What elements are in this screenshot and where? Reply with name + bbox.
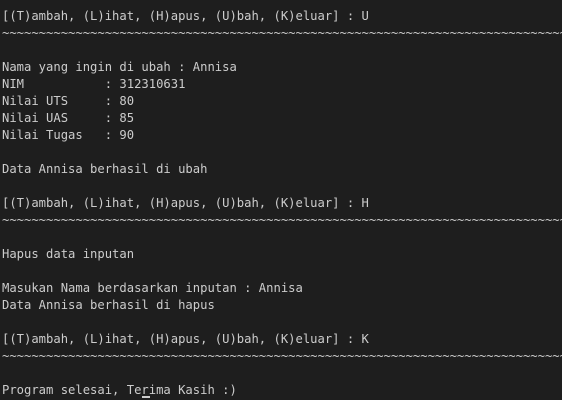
uas-line: Nilai UAS : 85 <box>2 111 135 125</box>
divider-line: ~~~~~~~~~~~~~~~~~~~~~~~~~~~~~~~~~~~~~~~~… <box>2 213 562 227</box>
divider-line: ~~~~~~~~~~~~~~~~~~~~~~~~~~~~~~~~~~~~~~~~… <box>2 349 562 363</box>
delete-heading-line: Hapus data inputan <box>2 247 135 261</box>
menu-prompt-line: [(T)ambah, (L)ihat, (H)apus, (U)bah, (K)… <box>2 9 369 23</box>
exit-message-line: Program selesai, Terima Kasih :) <box>2 383 237 397</box>
text-cursor <box>142 396 150 398</box>
edit-success-line: Data Annisa berhasil di ubah <box>2 162 208 176</box>
uts-line: Nilai UTS : 80 <box>2 94 135 108</box>
tugas-line: Nilai Tugas : 90 <box>2 128 135 142</box>
divider-line: ~~~~~~~~~~~~~~~~~~~~~~~~~~~~~~~~~~~~~~~~… <box>2 26 562 40</box>
menu-prompt-line: [(T)ambah, (L)ihat, (H)apus, (U)bah, (K)… <box>2 196 369 210</box>
nim-line: NIM : 312310631 <box>2 77 186 91</box>
delete-name-line: Masukan Nama berdasarkan inputan : Annis… <box>2 281 303 295</box>
terminal-output[interactable]: [(T)ambah, (L)ihat, (H)apus, (U)bah, (K)… <box>0 0 562 400</box>
menu-prompt-line: [(T)ambah, (L)ihat, (H)apus, (U)bah, (K)… <box>2 332 369 346</box>
delete-success-line: Data Annisa berhasil di hapus <box>2 298 215 312</box>
edit-name-line: Nama yang ingin di ubah : Annisa <box>2 60 237 74</box>
